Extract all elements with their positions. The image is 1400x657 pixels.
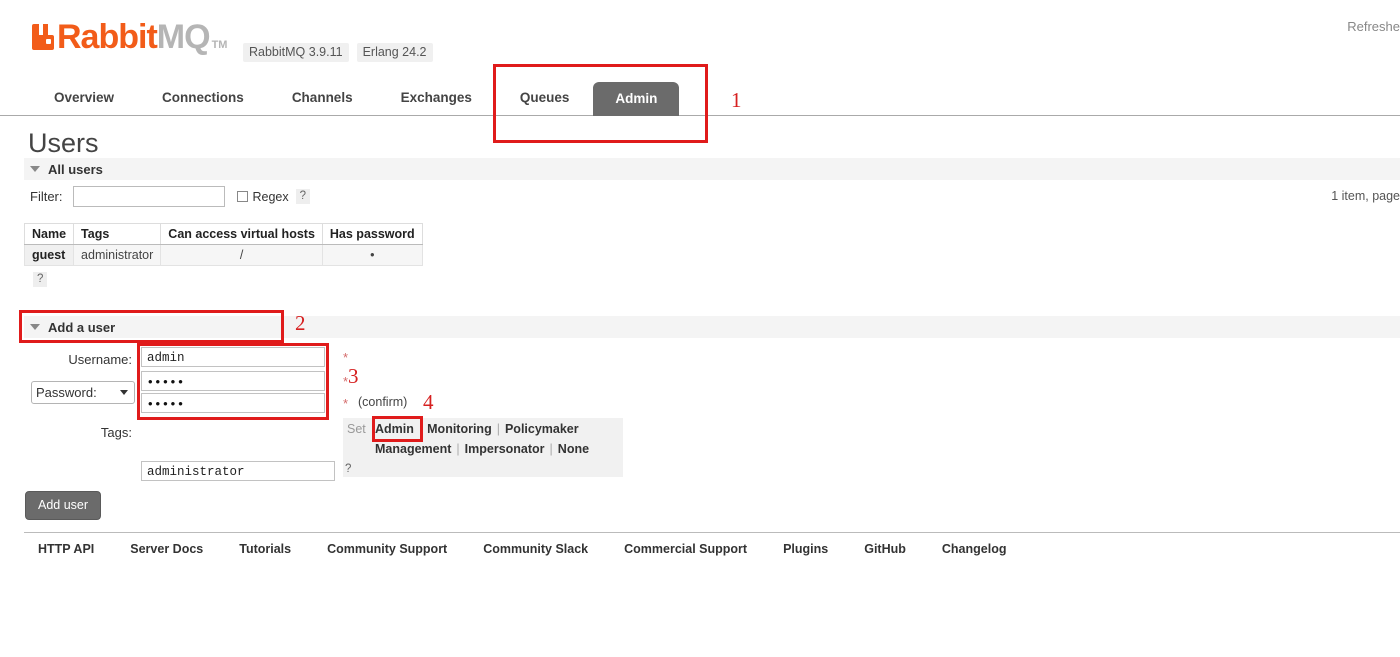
cell-user-name[interactable]: guest [23, 244, 75, 266]
logo-mq-text: MQ [156, 18, 211, 56]
username-input[interactable]: admin [141, 347, 325, 367]
footer-divider [24, 532, 1400, 533]
tags-input[interactable]: administrator [141, 461, 335, 481]
footer-link-http-api[interactable]: HTTP API [38, 542, 94, 556]
regex-checkbox[interactable] [236, 191, 248, 202]
section-add-user-label: Add a user [48, 319, 116, 335]
filter-row: Filter: Regex ? [30, 186, 311, 207]
username-required-star: * [343, 350, 349, 365]
page-title: Users [28, 128, 99, 158]
annotation-number-3: 3 [348, 364, 359, 388]
password-confirm-hint: (confirm) [358, 395, 408, 409]
add-user-button[interactable]: Add user [25, 491, 102, 520]
password-input[interactable]: ••••• [141, 371, 325, 391]
cell-user-tags: administrator [73, 244, 162, 266]
logo-trademark: TM [211, 39, 228, 51]
footer-link-changelog[interactable]: Changelog [942, 542, 1007, 556]
rabbitmq-version-badge: RabbitMQ 3.9.11 [243, 43, 349, 62]
section-all-users-label: All users [48, 161, 103, 177]
nav-item-queues[interactable]: Queues [496, 90, 594, 116]
footer-links: HTTP API Server Docs Tutorials Community… [38, 542, 1042, 556]
tag-preset-management[interactable]: Management [375, 442, 451, 456]
table-header-row: Name Tags Can access virtual hosts Has p… [23, 223, 423, 245]
footer-link-plugins[interactable]: Plugins [783, 542, 828, 556]
tag-separator: | [418, 422, 423, 436]
tag-separator: | [549, 442, 553, 456]
section-add-user-header[interactable]: Add a user [24, 316, 1400, 338]
tag-preset-monitoring[interactable]: Monitoring [427, 422, 492, 436]
footer-link-community-slack[interactable]: Community Slack [483, 542, 588, 556]
refresh-status: Refreshe [1347, 19, 1400, 34]
cell-user-vhosts: / [160, 244, 323, 266]
nav-item-overview[interactable]: Overview [30, 90, 138, 116]
tag-preset-none[interactable]: None [558, 442, 589, 456]
main-nav-items: Overview Connections Channels Exchanges … [30, 80, 680, 116]
footer-link-server-docs[interactable]: Server Docs [130, 542, 203, 556]
section-all-users-header[interactable]: All users [24, 158, 1400, 180]
footer-link-tutorials[interactable]: Tutorials [239, 542, 291, 556]
annotation-number-4: 4 [423, 390, 434, 414]
password-confirm-input[interactable]: ••••• [141, 393, 325, 413]
footer-link-community-support[interactable]: Community Support [327, 542, 447, 556]
chevron-down-icon [120, 390, 128, 395]
chevron-down-icon [30, 324, 40, 330]
annotation-number-1: 1 [731, 88, 742, 112]
filter-label: Filter: [30, 189, 63, 204]
password-type-select[interactable]: Password: [31, 381, 135, 404]
footer-link-github[interactable]: GitHub [864, 542, 906, 556]
tag-preset-row-1: Admin | Monitoring | Policymaker [375, 422, 579, 436]
users-table: Name Tags Can access virtual hosts Has p… [23, 223, 423, 266]
tag-preset-row-2: Management | Impersonator | None [375, 442, 589, 456]
regex-help-icon[interactable]: ? [295, 189, 311, 204]
regex-label: Regex [252, 189, 289, 204]
column-header-has-password[interactable]: Has password [321, 223, 423, 245]
annotation-number-2: 2 [295, 311, 306, 335]
nav-item-admin[interactable]: Admin [593, 82, 680, 116]
version-badges: RabbitMQ 3.9.11 Erlang 24.2 [243, 43, 433, 62]
rabbitmq-management-page: RabbitMQ TM RabbitMQ 3.9.11 Erlang 24.2 … [0, 0, 1400, 657]
rabbitmq-logo[interactable]: RabbitMQ TM [32, 20, 228, 54]
users-table-help-icon[interactable]: ? [33, 272, 48, 287]
rabbitmq-logo-icon [32, 24, 54, 50]
tag-separator: | [496, 422, 500, 436]
logo-rabbit-text: Rabbit [57, 18, 158, 56]
nav-item-connections[interactable]: Connections [138, 90, 268, 116]
tag-separator: | [456, 442, 460, 456]
tag-set-label: Set [347, 422, 366, 436]
tag-preset-impersonator[interactable]: Impersonator [465, 442, 545, 456]
nav-item-channels[interactable]: Channels [268, 90, 377, 116]
tag-preset-policymaker[interactable]: Policymaker [505, 422, 579, 436]
cell-user-has-password: • [321, 244, 423, 266]
column-header-vhosts[interactable]: Can access virtual hosts [160, 223, 323, 245]
password-type-label: Password: [36, 385, 97, 400]
username-label: Username: [68, 352, 132, 367]
column-header-tags[interactable]: Tags [73, 223, 162, 245]
erlang-version-badge: Erlang 24.2 [356, 43, 433, 62]
item-count-label: 1 item, page [1331, 189, 1400, 203]
tag-preset-admin[interactable]: Admin [375, 422, 414, 436]
filter-input[interactable] [72, 186, 225, 207]
main-nav: Overview Connections Channels Exchanges … [0, 80, 1400, 116]
table-row[interactable]: guest administrator / • [23, 244, 423, 266]
page-header: RabbitMQ TM RabbitMQ 3.9.11 Erlang 24.2 … [0, 0, 1400, 76]
tags-help-icon[interactable]: ? [345, 463, 351, 475]
password-confirm-required-star: * [343, 396, 349, 411]
chevron-down-icon [30, 166, 40, 172]
column-header-name[interactable]: Name [23, 223, 75, 245]
nav-item-exchanges[interactable]: Exchanges [377, 90, 496, 116]
footer-link-commercial-support[interactable]: Commercial Support [624, 542, 747, 556]
tags-label: Tags: [100, 425, 132, 440]
